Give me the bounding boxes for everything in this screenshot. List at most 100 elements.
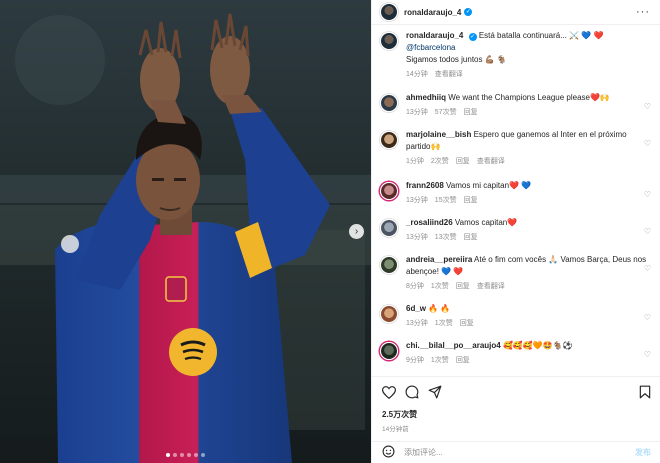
comment-username[interactable]: chi.__bilal__po__araujo4 [406, 341, 501, 350]
reply-button[interactable]: 回复 [456, 355, 470, 365]
comment-likes[interactable]: 1次赞 [435, 318, 453, 328]
avatar[interactable] [380, 131, 398, 149]
comment-text: chi.__bilal__po__araujo4 🥰🥰🥰🧡🤩🐐⚽ [406, 340, 650, 352]
send-icon[interactable] [428, 385, 442, 401]
comment-time: 13分钟 [406, 320, 428, 327]
avatar[interactable] [380, 32, 398, 50]
emoji-icon[interactable] [382, 445, 395, 460]
translate-link[interactable]: 查看翻译 [477, 281, 505, 291]
carousel-dot [201, 453, 205, 457]
reply-button[interactable]: 回复 [464, 107, 478, 117]
carousel-dot [166, 453, 170, 457]
heart-icon[interactable]: ♡ [644, 264, 651, 273]
heart-icon[interactable]: ♡ [644, 227, 651, 236]
avatar[interactable] [380, 3, 398, 21]
comment-meta: 13分钟 1次赞 回复 [406, 318, 650, 328]
comment-text: _rosaliind26 Vamos capitan❤️ [406, 217, 650, 229]
caption-username[interactable]: ronaldaraujo_4 [406, 31, 463, 40]
comment-message: 🔥 🔥 [428, 304, 451, 313]
comment-time: 9分钟 [406, 357, 424, 364]
avatar[interactable] [380, 94, 398, 112]
avatar[interactable] [380, 219, 398, 237]
heart-icon[interactable]: ♡ [644, 313, 651, 322]
comment-time: 13分钟 [406, 234, 428, 241]
heart-icon[interactable]: ♡ [644, 190, 651, 199]
player-photo-illustration [0, 0, 371, 463]
reply-button[interactable]: 回复 [456, 281, 470, 291]
comment-username[interactable]: marjolaine__bish [406, 130, 471, 139]
caption-time: 14分钟 [406, 71, 428, 78]
comment-row: _rosaliind26 Vamos capitan❤️ 13分钟 13次赞 回复 ♡ [380, 217, 653, 242]
comment-username[interactable]: andreia__pereiira [406, 255, 472, 264]
avatar[interactable] [380, 342, 398, 360]
comment-likes[interactable]: 1次赞 [431, 355, 449, 365]
comment-likes[interactable]: 2次赞 [431, 156, 449, 166]
comment-message: Vamos mi capitan❤️ 💙 [446, 181, 532, 190]
carousel-dot [180, 453, 184, 457]
reply-button[interactable]: 回复 [464, 232, 478, 242]
avatar[interactable] [380, 305, 398, 323]
translate-link[interactable]: 查看翻译 [435, 69, 463, 79]
caption-meta: 14分钟 查看翻译 [406, 69, 650, 79]
comment-input[interactable]: 添加评论... [404, 447, 443, 458]
bookmark-icon[interactable] [639, 385, 651, 401]
heart-icon[interactable]: ♡ [644, 350, 651, 359]
comment-text: ahmedhiiq We want the Champions League p… [406, 92, 650, 104]
comment-time: 13分钟 [406, 109, 428, 116]
comment-meta: 13分钟 13次赞 回复 [406, 232, 650, 242]
verified-badge-icon: ✓ [468, 33, 477, 41]
comment-likes[interactable]: 57次赞 [435, 107, 457, 117]
caption-mention[interactable]: @fcbarcelona [406, 43, 455, 52]
avatar[interactable] [380, 182, 398, 200]
chevron-right-icon: › [354, 225, 359, 237]
reply-button[interactable]: 回复 [464, 195, 478, 205]
likes-count[interactable]: 2.5万次赞 [382, 409, 651, 420]
heart-icon[interactable]: ♡ [644, 102, 651, 111]
post-sidebar: ronaldaraujo_4 ✓ ··· ronaldaraujo_4 ✓ Es… [371, 0, 660, 463]
comment-row: andreia__pereiira Até o fim com vocês 🙏🏻… [380, 254, 653, 291]
heart-icon[interactable] [381, 385, 397, 401]
author-username[interactable]: ronaldaraujo_4 [404, 8, 461, 17]
comment-meta: 13分钟 15次赞 回复 [406, 195, 650, 205]
reply-button[interactable]: 回复 [460, 318, 474, 328]
post-time: 14分钟前 [382, 426, 409, 433]
comment-meta: 9分钟 1次赞 回复 [406, 355, 650, 365]
more-horizontal-icon[interactable]: ··· [636, 6, 650, 18]
comment-username[interactable]: frann2608 [406, 181, 444, 190]
comment-message: We want the Champions League please❤️🙌 [448, 93, 610, 102]
caption: ronaldaraujo_4 ✓ Está batalla continuará… [380, 30, 653, 79]
comment-icon[interactable] [405, 385, 419, 401]
caption-line2: Sigamos todos juntos 💪🏽 🐐 [406, 55, 507, 64]
comment-meta: 8分钟 1次赞 回复 查看翻译 [406, 281, 650, 291]
comment-row: ahmedhiiq We want the Champions League p… [380, 92, 653, 117]
comment-text: 6d_w 🔥 🔥 [406, 303, 650, 315]
reply-button[interactable]: 回复 [456, 156, 470, 166]
comment-username[interactable]: _rosaliind26 [406, 218, 453, 227]
post-comment-button[interactable]: 发布 [635, 447, 651, 458]
caption-text: ronaldaraujo_4 ✓ Está batalla continuará… [406, 30, 650, 66]
avatar[interactable] [380, 256, 398, 274]
comment-row: marjolaine__bish Espero que ganemos al I… [380, 129, 653, 166]
comment-likes[interactable]: 13次赞 [435, 232, 457, 242]
translate-link[interactable]: 查看翻译 [477, 156, 505, 166]
verified-badge-icon: ✓ [464, 8, 473, 16]
heart-icon[interactable]: ♡ [644, 139, 651, 148]
comment-meta: 13分钟 57次赞 回复 [406, 107, 650, 117]
comment-time: 13分钟 [406, 197, 428, 204]
comment-username[interactable]: 6d_w [406, 304, 426, 313]
comment-body: chi.__bilal__po__araujo4 🥰🥰🥰🧡🤩🐐⚽ 9分钟 1次赞 回复 [406, 340, 650, 365]
comment-row: 6d_w 🔥 🔥 13分钟 1次赞 回复 ♡ [380, 303, 653, 328]
post-photo[interactable]: › [0, 0, 371, 463]
comment-body: 6d_w 🔥 🔥 13分钟 1次赞 回复 [406, 303, 650, 328]
comment-likes[interactable]: 1次赞 [431, 281, 449, 291]
comment-row: frann2608 Vamos mi capitan❤️ 💙 13分钟 15次赞 回复… [380, 180, 653, 205]
comment-rows: ahmedhiiq We want the Champions League p… [380, 92, 653, 365]
comment-likes[interactable]: 15次赞 [435, 195, 457, 205]
comment-meta: 1分钟 2次赞 回复 查看翻译 [406, 156, 650, 166]
comment-text: frann2608 Vamos mi capitan❤️ 💙 [406, 180, 650, 192]
post-header: ronaldaraujo_4 ✓ ··· [372, 0, 660, 25]
comment-body: ahmedhiiq We want the Champions League p… [406, 92, 650, 117]
carousel-next-button[interactable]: › [349, 224, 364, 239]
caption-line1: Está batalla continuará... ⚔️ 💙 ❤️ [478, 31, 604, 40]
comment-username[interactable]: ahmedhiiq [406, 93, 446, 102]
